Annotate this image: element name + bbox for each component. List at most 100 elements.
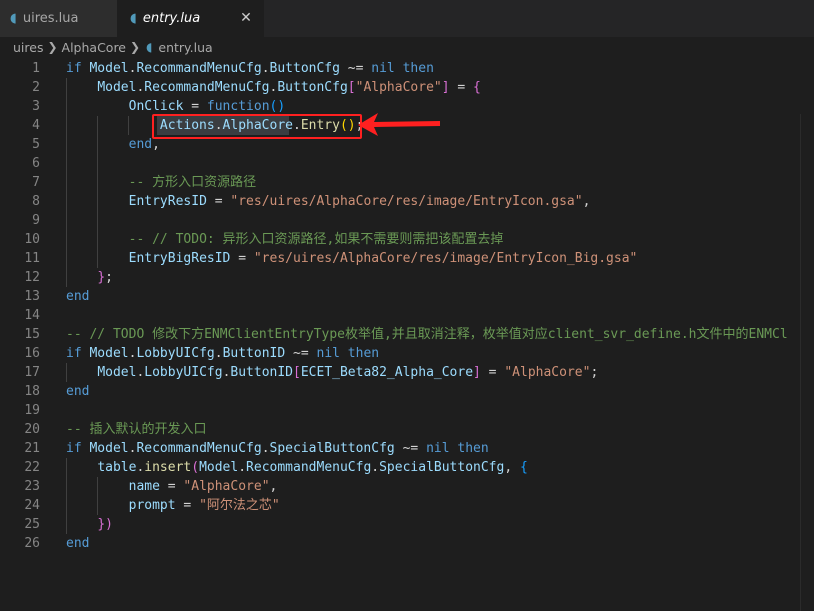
code-token: ButtonID bbox=[222, 346, 286, 361]
tab-uires-lua[interactable]: ◖ uires.lua bbox=[0, 0, 117, 37]
code-token: SpecialButtonCfg bbox=[269, 441, 395, 456]
line-number: 14 bbox=[24, 308, 40, 323]
tab-label: entry.lua bbox=[142, 11, 201, 26]
code-token: ECET_Beta82_Alpha_Core bbox=[300, 365, 474, 380]
lua-file-icon: ◖ bbox=[130, 11, 137, 26]
code-line: if Model.LobbyUICfg.ButtonID ~= nil then bbox=[66, 344, 379, 363]
code-token: ButtonCfg bbox=[269, 61, 340, 76]
code-token: name bbox=[128, 479, 160, 494]
code-line: end bbox=[66, 287, 89, 306]
code-token: -- 插入默认的开发入口 bbox=[66, 422, 207, 437]
code-token: . bbox=[261, 441, 270, 456]
line-number: 4 bbox=[32, 118, 40, 133]
line-number: 2 bbox=[32, 80, 40, 95]
code-token: "AlphaCore" bbox=[504, 365, 591, 380]
breadcrumb-item-alphacore[interactable]: AlphaCore bbox=[62, 40, 126, 55]
code-line: if Model.RecommandMenuCfg.SpecialButtonC… bbox=[66, 439, 489, 458]
code-token: }) bbox=[97, 517, 113, 532]
code-token: ; bbox=[105, 270, 113, 285]
code-token: = bbox=[206, 194, 231, 209]
tab-bar: ◖ uires.lua ◖ entry.lua ✕ bbox=[0, 0, 814, 37]
code-token: = bbox=[175, 498, 200, 513]
code-line: -- // TODO 修改下方ENMClientEntryType枚举值,并且取… bbox=[66, 325, 788, 344]
code-token: Model bbox=[199, 460, 239, 475]
code-token: ButtonCfg bbox=[277, 80, 348, 95]
minimap[interactable] bbox=[800, 114, 814, 611]
line-number: 22 bbox=[24, 460, 40, 475]
lua-file-icon: ◖ bbox=[10, 11, 17, 26]
code-line: end bbox=[66, 382, 89, 401]
code-line: -- 方形入口资源路径 bbox=[66, 173, 256, 192]
code-token: "AlphaCore" bbox=[183, 479, 270, 494]
code-token: then bbox=[339, 346, 380, 361]
code-token: -- 方形入口资源路径 bbox=[128, 175, 257, 190]
code-token: nil bbox=[426, 441, 450, 456]
code-token: = bbox=[449, 80, 474, 95]
code-line: EntryBigResID = "res/uires/AlphaCore/res… bbox=[66, 249, 638, 268]
code-line: end, bbox=[66, 135, 160, 154]
code-token: , bbox=[269, 479, 278, 494]
annotation-arrow-icon bbox=[358, 113, 440, 136]
line-number: 9 bbox=[32, 213, 40, 228]
code-token: RecommandMenuCfg bbox=[136, 441, 262, 456]
code-token: then bbox=[449, 441, 489, 456]
code-token: , bbox=[504, 460, 520, 475]
line-number: 21 bbox=[24, 441, 40, 456]
line-number: 16 bbox=[24, 346, 40, 361]
code-token: . bbox=[261, 61, 270, 76]
code-token: Model bbox=[89, 441, 129, 456]
code-token: LobbyUICfg bbox=[144, 365, 223, 380]
code-token: . bbox=[371, 460, 380, 475]
code-token: ButtonID bbox=[230, 365, 294, 380]
code-token: { bbox=[473, 80, 481, 95]
line-number-gutter: 1 2 3 4 5 6 7 8 9 10 11 12 13 14 15 16 17 18 19 20 21 22 23 24 2… bbox=[0, 57, 40, 554]
code-token: end bbox=[128, 137, 153, 152]
code-token: OnClick bbox=[128, 99, 184, 114]
code-token: ] bbox=[473, 365, 481, 380]
line-number: 26 bbox=[24, 536, 40, 551]
line-number: 23 bbox=[24, 479, 40, 494]
code-token: ~= bbox=[285, 346, 317, 361]
code-token: insert bbox=[144, 460, 192, 475]
code-token: "res/uires/AlphaCore/res/image/EntryIcon… bbox=[253, 251, 638, 266]
line-number: 10 bbox=[24, 232, 40, 247]
code-token: "阿尔法之芯" bbox=[199, 498, 280, 513]
line-number: 15 bbox=[24, 327, 40, 342]
code-token: SpecialButtonCfg bbox=[379, 460, 505, 475]
code-token: . bbox=[214, 346, 223, 361]
code-token: "AlphaCore" bbox=[355, 80, 442, 95]
code-token: = bbox=[480, 365, 505, 380]
code-token: ] bbox=[441, 80, 450, 95]
lua-file-icon: ◖ bbox=[146, 40, 153, 54]
code-line: if Model.RecommandMenuCfg.ButtonCfg ~= n… bbox=[66, 59, 434, 78]
code-token: if bbox=[66, 346, 90, 361]
line-number: 5 bbox=[32, 137, 40, 152]
close-icon[interactable]: ✕ bbox=[238, 10, 254, 26]
code-token: nil bbox=[316, 346, 340, 361]
code-token: end bbox=[66, 289, 90, 304]
code-token: function bbox=[206, 99, 270, 114]
line-number: 8 bbox=[32, 194, 40, 209]
tab-entry-lua[interactable]: ◖ entry.lua ✕ bbox=[117, 0, 264, 37]
code-line: }) bbox=[66, 515, 113, 534]
line-number: 25 bbox=[24, 517, 40, 532]
line-number: 18 bbox=[24, 384, 40, 399]
code-token: end bbox=[66, 384, 90, 399]
code-token: -- // TODO: 异形入口资源路径,如果不需要则需把该配置去掉 bbox=[128, 232, 504, 247]
code-token: EntryBigResID bbox=[128, 251, 231, 266]
code-token: RecommandMenuCfg bbox=[136, 61, 262, 76]
code-token: RecommandMenuCfg bbox=[246, 460, 372, 475]
breadcrumb-item-entry[interactable]: entry.lua bbox=[158, 40, 212, 55]
breadcrumb-item-uires[interactable]: uires bbox=[13, 40, 43, 55]
code-token: if bbox=[66, 61, 90, 76]
code-token: , bbox=[582, 194, 591, 209]
